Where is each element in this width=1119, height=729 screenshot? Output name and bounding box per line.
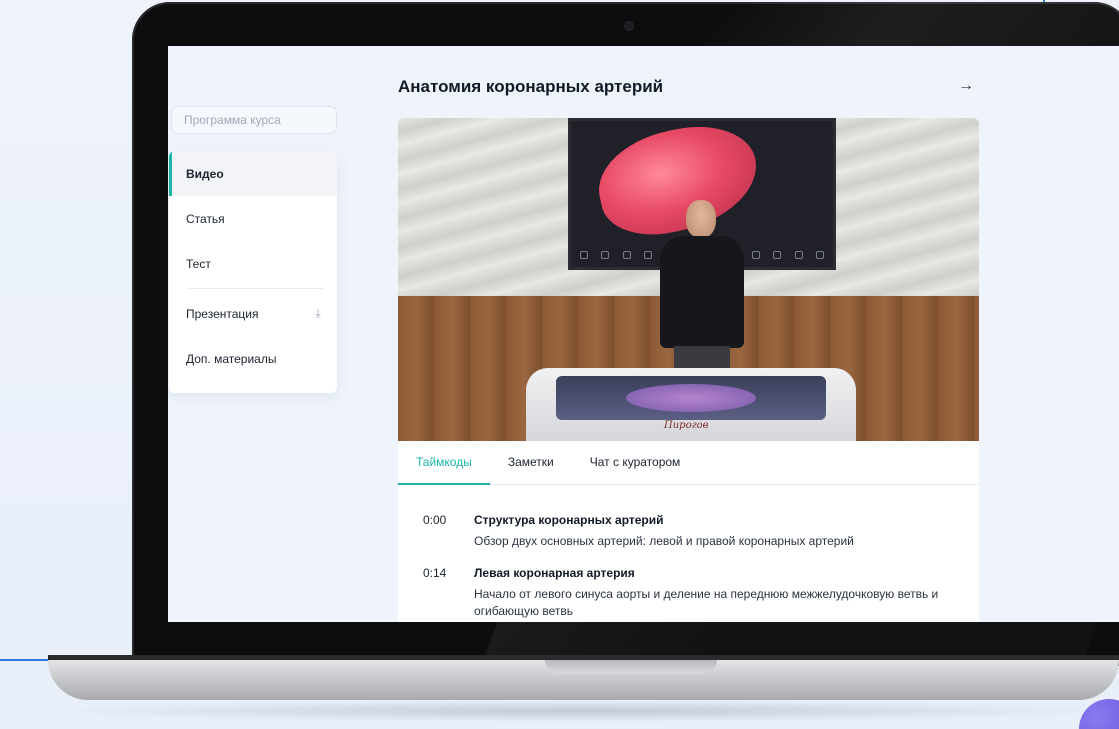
lesson-tabs: Таймкоды Заметки Чат с куратором [398, 441, 979, 485]
sidebar-item-presentation[interactable]: Презентация ⤓ [169, 291, 337, 336]
tab-curator-chat[interactable]: Чат с куратором [572, 441, 699, 484]
tab-timecodes[interactable]: Таймкоды [398, 441, 490, 485]
laptop-screen: Видео Статья Тест Презентация ⤓ Доп. мат… [168, 46, 1119, 622]
arrow-right-icon[interactable]: → [958, 77, 974, 95]
sidebar-divider [186, 288, 323, 289]
sidebar-item-label: Тест [186, 256, 211, 271]
lesson-tabs-panel: Таймкоды Заметки Чат с куратором 0:00 Ст… [398, 441, 979, 622]
timecode-title: Структура коронарных артерий [474, 513, 664, 527]
timecode-description: Начало от левого синуса аорты и деление … [474, 587, 939, 618]
sidebar-item-label: Статья [186, 211, 225, 226]
table-signature-logo: Пирогов [664, 420, 709, 431]
download-icon[interactable]: ⤓ [313, 306, 323, 320]
video-player[interactable]: Пирогов [398, 118, 979, 441]
tab-notes[interactable]: Заметки [490, 441, 572, 484]
sidebar-item-label: Доп. материалы [186, 351, 277, 366]
timecode-title: Левая коронарная артерия [474, 566, 635, 580]
timecode-description: Обзор двух основных артерий: левой и пра… [474, 534, 854, 548]
course-program-search-input[interactable] [171, 106, 337, 134]
page-title: Анатомия коронарных артерий [398, 77, 664, 96]
sidebar-item-test[interactable]: Тест [169, 241, 337, 286]
timecode-item[interactable]: 0:00 Структура коронарных артерий Обзор … [398, 513, 979, 550]
anatomy-table-model [626, 384, 756, 412]
timecode-item[interactable]: 0:14 Левая коронарная артерия Начало от … [398, 566, 979, 620]
laptop-shadow [44, 700, 1119, 722]
timecodes-list: 0:00 Структура коронарных артерий Обзор … [398, 485, 979, 620]
sidebar-item-video[interactable]: Видео [169, 151, 337, 196]
lesson-sidebar-menu: Видео Статья Тест Презентация ⤓ Доп. мат… [169, 151, 337, 393]
sidebar-item-article[interactable]: Статья [169, 196, 337, 241]
laptop-notch [545, 660, 717, 674]
sidebar-item-extra-materials[interactable]: Доп. материалы [169, 336, 337, 381]
sidebar-item-label: Презентация [186, 306, 259, 321]
timecode-time[interactable]: 0:00 [398, 513, 474, 550]
webcam [625, 22, 633, 30]
sidebar-item-label: Видео [186, 166, 224, 181]
timecode-time[interactable]: 0:14 [398, 566, 474, 620]
